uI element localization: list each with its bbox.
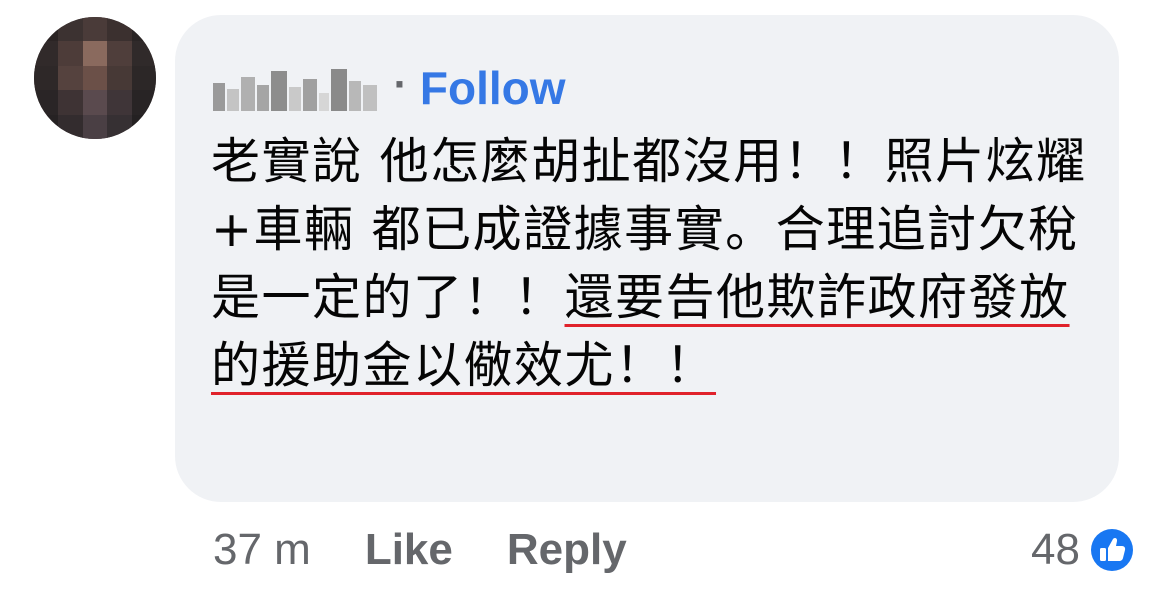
reaction-count: 48 [1031, 525, 1080, 574]
comment-header: · Follow [213, 58, 566, 118]
reactions-summary[interactable]: 48 [1031, 520, 1138, 580]
like-thumbs-up-icon [1086, 524, 1138, 576]
comment-actions: 37 m Like Reply [213, 520, 627, 580]
avatar[interactable] [34, 17, 156, 139]
reply-button[interactable]: Reply [507, 525, 627, 575]
timestamp[interactable]: 37 m [213, 525, 311, 575]
author-name-pixelated[interactable] [213, 65, 379, 111]
follow-button[interactable]: Follow [420, 61, 566, 115]
like-button[interactable]: Like [365, 525, 453, 575]
comment: · Follow 老實說 他怎麼胡扯都沒用！！照片炫耀+車輛 都已成證據事實。合… [0, 0, 1170, 591]
comment-text: 老實說 他怎麼胡扯都沒用！！照片炫耀+車輛 都已成證據事實。合理追討欠稅是一定的… [211, 128, 1091, 400]
separator-dot: · [393, 65, 406, 105]
